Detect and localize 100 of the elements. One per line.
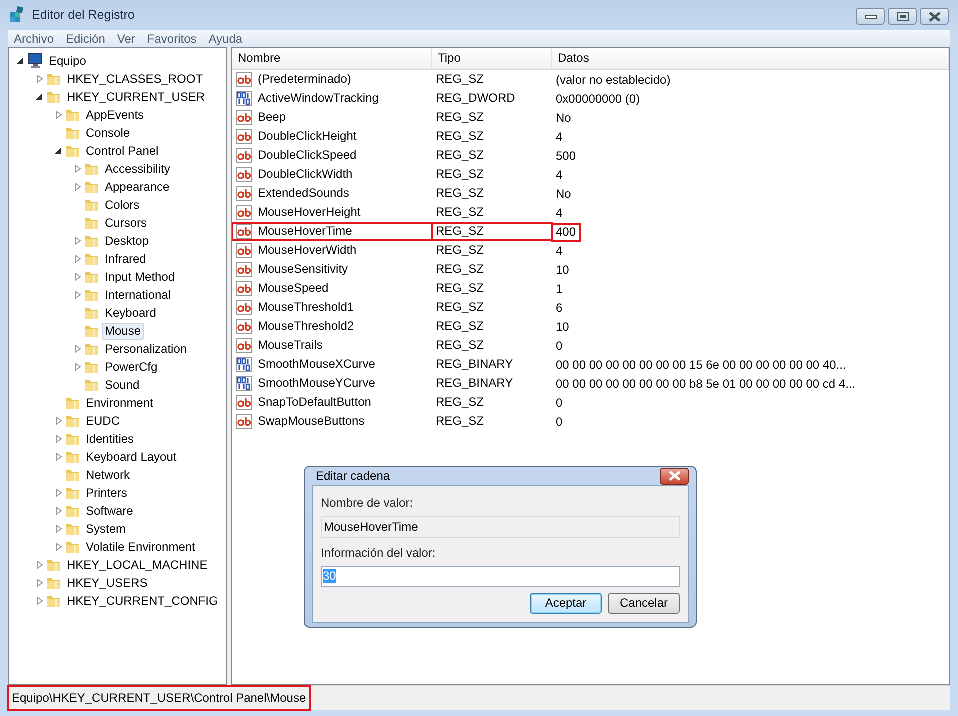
menu-item[interactable]: Edición — [60, 30, 112, 48]
value-name[interactable]: SnapToDefaultButton — [254, 394, 376, 411]
tree-item[interactable]: International — [102, 286, 174, 304]
value-name[interactable]: MouseHoverTime — [254, 223, 356, 240]
tree-item[interactable]: Colors — [102, 196, 143, 214]
value-row-name[interactable]: MouseSpeed — [232, 280, 432, 297]
tree-item[interactable]: Volatile Environment — [83, 538, 198, 556]
tree-item[interactable]: EUDC — [83, 412, 124, 430]
value-row-name[interactable]: MouseThreshold2 — [232, 318, 432, 335]
value-row-name[interactable]: ExtendedSounds — [232, 185, 432, 202]
tree-item[interactable]: Network — [83, 466, 134, 484]
expand-icon[interactable] — [72, 271, 82, 283]
column-header[interactable]: Datos — [552, 48, 949, 69]
value-row-name[interactable]: SwapMouseButtons — [232, 413, 432, 430]
tree-item[interactable]: Console — [83, 124, 134, 142]
tree-item[interactable]: Keyboard — [102, 304, 160, 322]
value-row-name[interactable]: (Predeterminado) — [232, 71, 432, 88]
expand-icon[interactable] — [72, 289, 82, 301]
value-name[interactable]: SmoothMouseXCurve — [254, 356, 380, 373]
menu-item[interactable]: Ver — [111, 30, 142, 48]
expand-icon[interactable] — [72, 361, 82, 373]
value-row-name[interactable]: MouseHoverTime — [232, 223, 432, 240]
expand-icon[interactable] — [72, 235, 82, 247]
expand-icon[interactable] — [72, 163, 82, 175]
value-name[interactable]: DoubleClickWidth — [254, 166, 357, 183]
value-row-name[interactable]: MouseSensitivity — [232, 261, 432, 278]
menu-item[interactable]: Ayuda — [202, 30, 249, 48]
minimize-button[interactable] — [856, 8, 885, 25]
expand-icon[interactable] — [72, 181, 82, 193]
value-row-name[interactable]: ActiveWindowTracking — [232, 90, 432, 107]
value-name-field[interactable]: MouseHoverTime — [321, 516, 680, 538]
value-name[interactable]: DoubleClickSpeed — [254, 147, 361, 164]
menu-item[interactable]: Favoritos — [141, 30, 203, 48]
tree-item[interactable]: Accessibility — [102, 160, 174, 178]
value-row-name[interactable]: DoubleClickSpeed — [232, 147, 432, 164]
value-row-name[interactable]: SmoothMouseXCurve — [232, 356, 432, 373]
value-name[interactable]: MouseHoverWidth — [254, 242, 361, 259]
tree-item[interactable]: HKEY_CLASSES_ROOT — [64, 70, 206, 88]
tree-item[interactable]: Environment — [83, 394, 156, 412]
expand-icon[interactable] — [53, 415, 63, 427]
tree-item[interactable]: HKEY_CURRENT_USER — [64, 88, 208, 106]
value-name[interactable]: MouseTrails — [254, 337, 327, 354]
cancel-button[interactable]: Cancelar — [608, 593, 680, 614]
value-row-name[interactable]: DoubleClickWidth — [232, 166, 432, 183]
tree-item[interactable]: Personalization — [102, 340, 190, 358]
tree-item[interactable]: Software — [83, 502, 136, 520]
tree-item[interactable]: Printers — [83, 484, 130, 502]
tree-item[interactable]: Mouse — [102, 322, 144, 340]
tree-item[interactable]: Desktop — [102, 232, 152, 250]
value-name[interactable]: DoubleClickHeight — [254, 128, 361, 145]
tree-item[interactable]: Control Panel — [83, 142, 162, 160]
tree-item[interactable]: HKEY_USERS — [64, 574, 151, 592]
tree-item[interactable]: HKEY_CURRENT_CONFIG — [64, 592, 222, 610]
value-name[interactable]: (Predeterminado) — [254, 71, 356, 88]
tree-item[interactable]: Infrared — [102, 250, 150, 268]
tree-item[interactable]: Sound — [102, 376, 143, 394]
value-row-name[interactable]: MouseHoverHeight — [232, 204, 432, 221]
expand-icon[interactable] — [34, 73, 44, 85]
expand-icon[interactable] — [53, 433, 63, 445]
tree-item[interactable]: Equipo — [46, 52, 90, 70]
value-name[interactable]: MouseSpeed — [254, 280, 333, 297]
column-header[interactable]: Nombre — [232, 48, 432, 69]
close-button[interactable] — [920, 8, 949, 25]
value-name[interactable]: MouseThreshold2 — [254, 318, 358, 335]
expand-icon[interactable] — [34, 595, 44, 607]
value-row-name[interactable]: MouseHoverWidth — [232, 242, 432, 259]
value-name[interactable]: MouseSensitivity — [254, 261, 352, 278]
tree-item[interactable]: Identities — [83, 430, 138, 448]
expand-icon[interactable] — [34, 577, 44, 589]
expand-icon[interactable] — [53, 109, 63, 121]
value-name[interactable]: SmoothMouseYCurve — [254, 375, 380, 392]
tree-item[interactable]: PowerCfg — [102, 358, 161, 376]
expand-icon[interactable] — [53, 487, 63, 499]
expand-icon[interactable] — [72, 343, 82, 355]
ok-button[interactable]: Aceptar — [530, 593, 602, 614]
value-row-name[interactable]: SmoothMouseYCurve — [232, 375, 432, 392]
tree-item[interactable]: AppEvents — [83, 106, 148, 124]
expand-icon[interactable] — [34, 559, 44, 571]
expand-icon[interactable] — [53, 505, 63, 517]
tree-item[interactable]: Cursors — [102, 214, 150, 232]
expand-icon[interactable] — [53, 451, 63, 463]
tree-item[interactable]: Appearance — [102, 178, 173, 196]
expand-icon[interactable] — [72, 253, 82, 265]
expand-icon[interactable] — [53, 541, 63, 553]
tree-item[interactable]: Input Method — [102, 268, 178, 286]
tree-item[interactable]: System — [83, 520, 130, 538]
column-header[interactable]: Tipo — [432, 48, 552, 69]
value-row-name[interactable]: MouseTrails — [232, 337, 432, 354]
value-name[interactable]: ExtendedSounds — [254, 185, 354, 202]
close-button[interactable] — [660, 468, 689, 484]
value-row-name[interactable]: SnapToDefaultButton — [232, 394, 432, 411]
value-name[interactable]: MouseThreshold1 — [254, 299, 358, 316]
value-name[interactable]: ActiveWindowTracking — [254, 90, 383, 107]
expand-icon[interactable] — [53, 523, 63, 535]
value-name[interactable]: SwapMouseButtons — [254, 413, 369, 430]
maximize-button[interactable] — [888, 8, 917, 25]
value-row-name[interactable]: DoubleClickHeight — [232, 128, 432, 145]
value-row-name[interactable]: Beep — [232, 109, 432, 126]
value-name[interactable]: Beep — [254, 109, 290, 126]
menu-item[interactable]: Archivo — [8, 30, 60, 48]
